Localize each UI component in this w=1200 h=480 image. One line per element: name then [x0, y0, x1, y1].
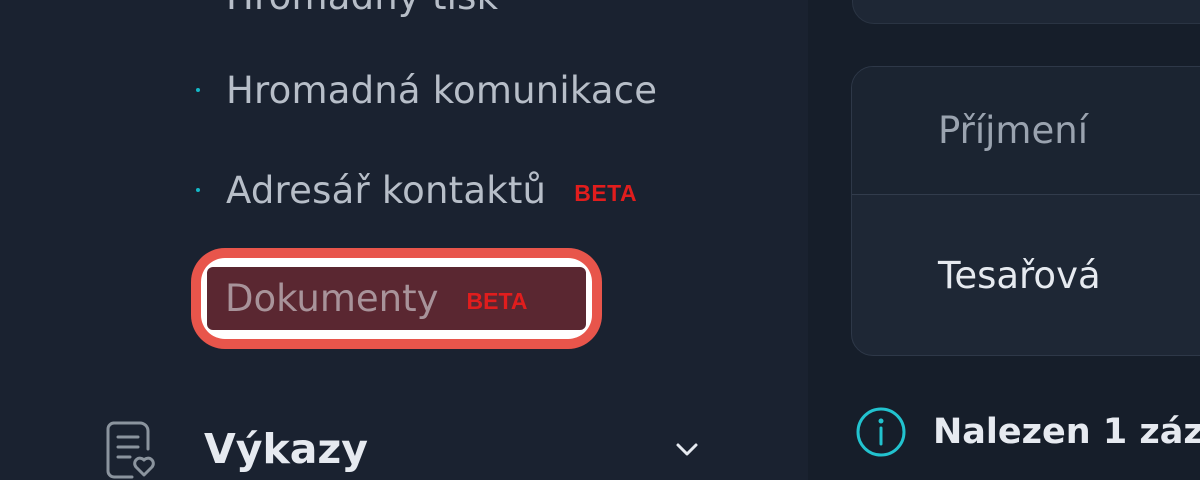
table-cell-surname: Tesařová	[938, 253, 1101, 297]
sidebar-item-contacts[interactable]: Adresář kontaktů BETA	[196, 160, 637, 220]
column-header-surname[interactable]: Příjmení	[852, 67, 1200, 195]
sidebar: Hromadný tisk Hromadná komunikace Adresá…	[0, 0, 808, 480]
sidebar-item-bulk-print[interactable]: Hromadný tisk	[196, 0, 498, 26]
report-heart-icon	[106, 421, 155, 479]
table-row[interactable]: Tesařová	[852, 195, 1200, 355]
results-notice: Nalezen 1 záz	[855, 406, 1200, 458]
chevron-down-icon[interactable]	[674, 436, 700, 462]
sidebar-item-label: Adresář kontaktů	[226, 168, 547, 212]
results-count-text: Nalezen 1 záz	[933, 412, 1200, 452]
beta-badge: BETA	[466, 288, 528, 314]
beta-badge: BETA	[574, 179, 638, 206]
section-title: Výkazy	[204, 425, 368, 473]
sidebar-item-documents[interactable]: Dokumenty BETA	[207, 267, 586, 330]
sidebar-item-label: Hromadný tisk	[226, 0, 498, 18]
sidebar-item-label: Dokumenty	[225, 277, 439, 320]
info-icon	[856, 407, 906, 457]
top-card	[852, 0, 1200, 24]
bullet-dot	[196, 188, 200, 192]
results-table: Příjmení Tesařová	[851, 66, 1200, 356]
highlight-annotation: Dokumenty BETA	[191, 248, 602, 349]
app-root: Hromadný tisk Hromadná komunikace Adresá…	[0, 0, 1200, 480]
sidebar-item-bulk-communication[interactable]: Hromadná komunikace	[196, 60, 657, 120]
sidebar-item-label: Hromadná komunikace	[226, 68, 658, 112]
bullet-dot	[196, 88, 200, 92]
sidebar-section-reports[interactable]: Výkazy	[106, 418, 706, 480]
